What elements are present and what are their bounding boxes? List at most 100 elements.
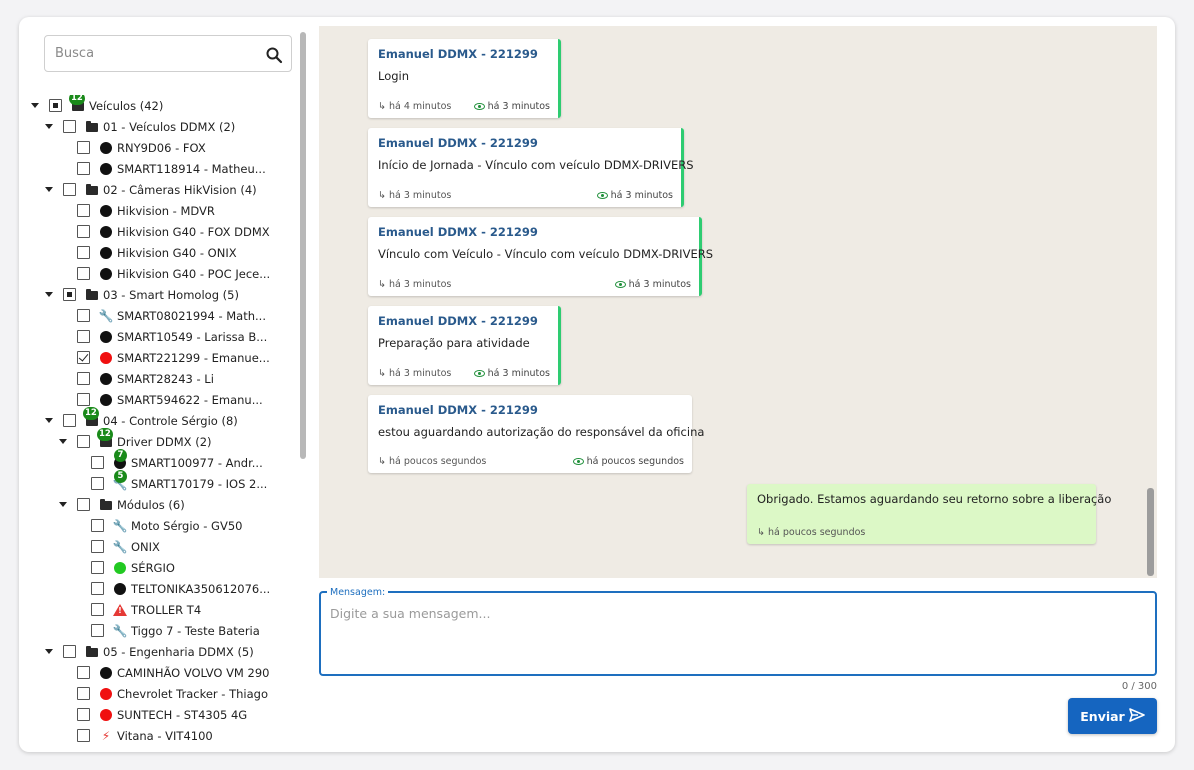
status-dot-icon: [99, 204, 113, 218]
tree-item[interactable]: TELTONIKA350612076...: [91, 578, 270, 599]
eye-icon: [473, 370, 485, 377]
tree-node-group[interactable]: 03 - Smart Homolog (5): [44, 284, 239, 305]
caret-down-icon[interactable]: [44, 647, 54, 657]
tree-checkbox[interactable]: [77, 225, 90, 238]
eye-icon: [614, 281, 626, 288]
tree-node-subgroup[interactable]: 12 Driver DDMX (2): [58, 427, 212, 452]
tree-checkbox[interactable]: [63, 288, 76, 301]
tree-checkbox[interactable]: [77, 498, 90, 511]
tree-item[interactable]: Hikvision G40 - ONIX: [77, 242, 237, 263]
tree-item[interactable]: TROLLER T4: [91, 599, 201, 620]
chat-scrollbar[interactable]: [1147, 488, 1154, 576]
message-compose-box: [319, 591, 1157, 676]
tree-checkbox[interactable]: [77, 708, 90, 721]
tree-item[interactable]: SMART28243 - Li: [77, 368, 214, 389]
tree-scrollbar[interactable]: [300, 32, 306, 459]
message-text: estou aguardando autorização do responsá…: [378, 425, 705, 439]
tree-checkbox[interactable]: [77, 729, 90, 742]
tree-item[interactable]: ⚡ Vitana - VIT4100: [77, 725, 213, 746]
tree-label: 02 - Câmeras HikVision (4): [103, 182, 257, 197]
message-bubble: Emanuel DDMX - 221299 estou aguardando a…: [368, 395, 705, 473]
tree-checkbox[interactable]: [77, 162, 90, 175]
tree-item[interactable]: SMART10549 - Larissa B...: [77, 326, 267, 347]
tree-item[interactable]: Hikvision - MDVR: [77, 200, 215, 221]
tree-checkbox[interactable]: [91, 477, 104, 490]
tree-checkbox[interactable]: [77, 246, 90, 259]
folder-icon: [85, 183, 99, 197]
tree-checkbox[interactable]: [91, 519, 104, 532]
tree-checkbox[interactable]: [91, 624, 104, 637]
tree-checkbox[interactable]: [77, 687, 90, 700]
char-counter: 0 / 300: [1121, 681, 1157, 692]
tree-checkbox[interactable]: [63, 414, 76, 427]
tree-checkbox[interactable]: [77, 309, 90, 322]
tree-node-group[interactable]: 05 - Engenharia DDMX (5): [44, 641, 254, 662]
caret-down-icon[interactable]: [44, 416, 54, 426]
search-input[interactable]: [45, 36, 245, 71]
tree-checkbox[interactable]: [77, 204, 90, 217]
tree-checkbox[interactable]: [63, 645, 76, 658]
caret-down-icon[interactable]: [44, 122, 54, 132]
caret-down-icon[interactable]: [44, 185, 54, 195]
sent-time: ↳ há 3 minutos: [378, 368, 452, 379]
message-label: Mensagem:: [327, 587, 389, 598]
folder-icon: [85, 120, 99, 134]
tree-item[interactable]: SUNTECH - ST4305 4G: [77, 704, 247, 725]
tree-item[interactable]: SMART118914 - Matheu...: [77, 158, 266, 179]
tree-checkbox[interactable]: [77, 351, 90, 364]
tree-node-root[interactable]: 12 Veículos (42): [30, 95, 163, 116]
tree-item[interactable]: RNY9D06 - FOX: [77, 137, 206, 158]
tree-checkbox[interactable]: [91, 561, 104, 574]
tree-checkbox[interactable]: [77, 267, 90, 280]
tree-item[interactable]: 🔧 ONIX: [91, 536, 160, 557]
tree-label: Driver DDMX (2): [117, 434, 212, 449]
tree-checkbox[interactable]: [49, 99, 62, 112]
tree-node-subgroup[interactable]: Módulos (6): [58, 494, 185, 515]
tree-checkbox[interactable]: [77, 330, 90, 343]
tree-node-group[interactable]: 02 - Câmeras HikVision (4): [44, 179, 257, 200]
seen-time: há 3 minutos: [596, 190, 673, 201]
tree-checkbox[interactable]: [77, 393, 90, 406]
own-message-bubble: Obrigado. Estamos aguardando seu retorno…: [747, 484, 1111, 544]
tree-checkbox[interactable]: [91, 603, 104, 616]
tree-checkbox[interactable]: [77, 666, 90, 679]
tree-checkbox[interactable]: [63, 183, 76, 196]
tree-label: Vitana - VIT4100: [117, 728, 213, 743]
message-input[interactable]: [321, 593, 1155, 674]
tree-checkbox[interactable]: [91, 540, 104, 553]
caret-down-icon[interactable]: [58, 500, 68, 510]
tree-checkbox[interactable]: [91, 582, 104, 595]
tree-item[interactable]: 🔧 Moto Sérgio - GV50: [91, 515, 242, 536]
tree-checkbox[interactable]: [91, 456, 104, 469]
tree-label: ONIX: [131, 539, 160, 554]
send-icon: [1128, 707, 1145, 725]
caret-down-icon[interactable]: [30, 101, 40, 111]
tree-item[interactable]: Hikvision G40 - POC Jece...: [77, 263, 270, 284]
caret-down-icon[interactable]: [44, 290, 54, 300]
tree-item[interactable]: SMART594622 - Emanu...: [77, 389, 263, 410]
tree-item[interactable]: Hikvision G40 - FOX DDMX: [77, 221, 270, 242]
status-dot-icon: [99, 330, 113, 344]
tree-item[interactable]: Chevrolet Tracker - Thiago: [77, 683, 268, 704]
tree-checkbox[interactable]: [63, 120, 76, 133]
tree-node-group[interactable]: 01 - Veículos DDMX (2): [44, 116, 235, 137]
tree-label: SMART118914 - Matheu...: [117, 161, 266, 176]
tree-checkbox[interactable]: [77, 141, 90, 154]
eye-icon: [572, 458, 584, 465]
search-icon[interactable]: [265, 46, 283, 64]
send-button[interactable]: Enviar: [1068, 698, 1157, 734]
tree-item[interactable]: SMART221299 - Emanue...: [77, 347, 270, 368]
tree-label: SMART08021994 - Math...: [117, 308, 266, 323]
tree-item[interactable]: 🔧 5 SMART170179 - IOS 2...: [91, 469, 267, 494]
tree-item[interactable]: SÉRGIO: [91, 557, 175, 578]
tree-checkbox[interactable]: [77, 435, 90, 448]
caret-down-icon[interactable]: [58, 437, 68, 447]
tree-node-group[interactable]: 12 04 - Controle Sérgio (8): [44, 406, 238, 431]
status-dot-icon: [113, 582, 127, 596]
tree-item[interactable]: CAMINHÃO VOLVO VM 290: [77, 662, 269, 683]
tree-item[interactable]: 🔧 Tiggo 7 - Teste Bateria: [91, 620, 260, 641]
tree-checkbox[interactable]: [77, 372, 90, 385]
status-dot-icon: [99, 708, 113, 722]
tree-item[interactable]: 🔧 SMART08021994 - Math...: [77, 305, 266, 326]
message-text: Vínculo com Veículo - Vínculo com veícul…: [378, 247, 713, 261]
